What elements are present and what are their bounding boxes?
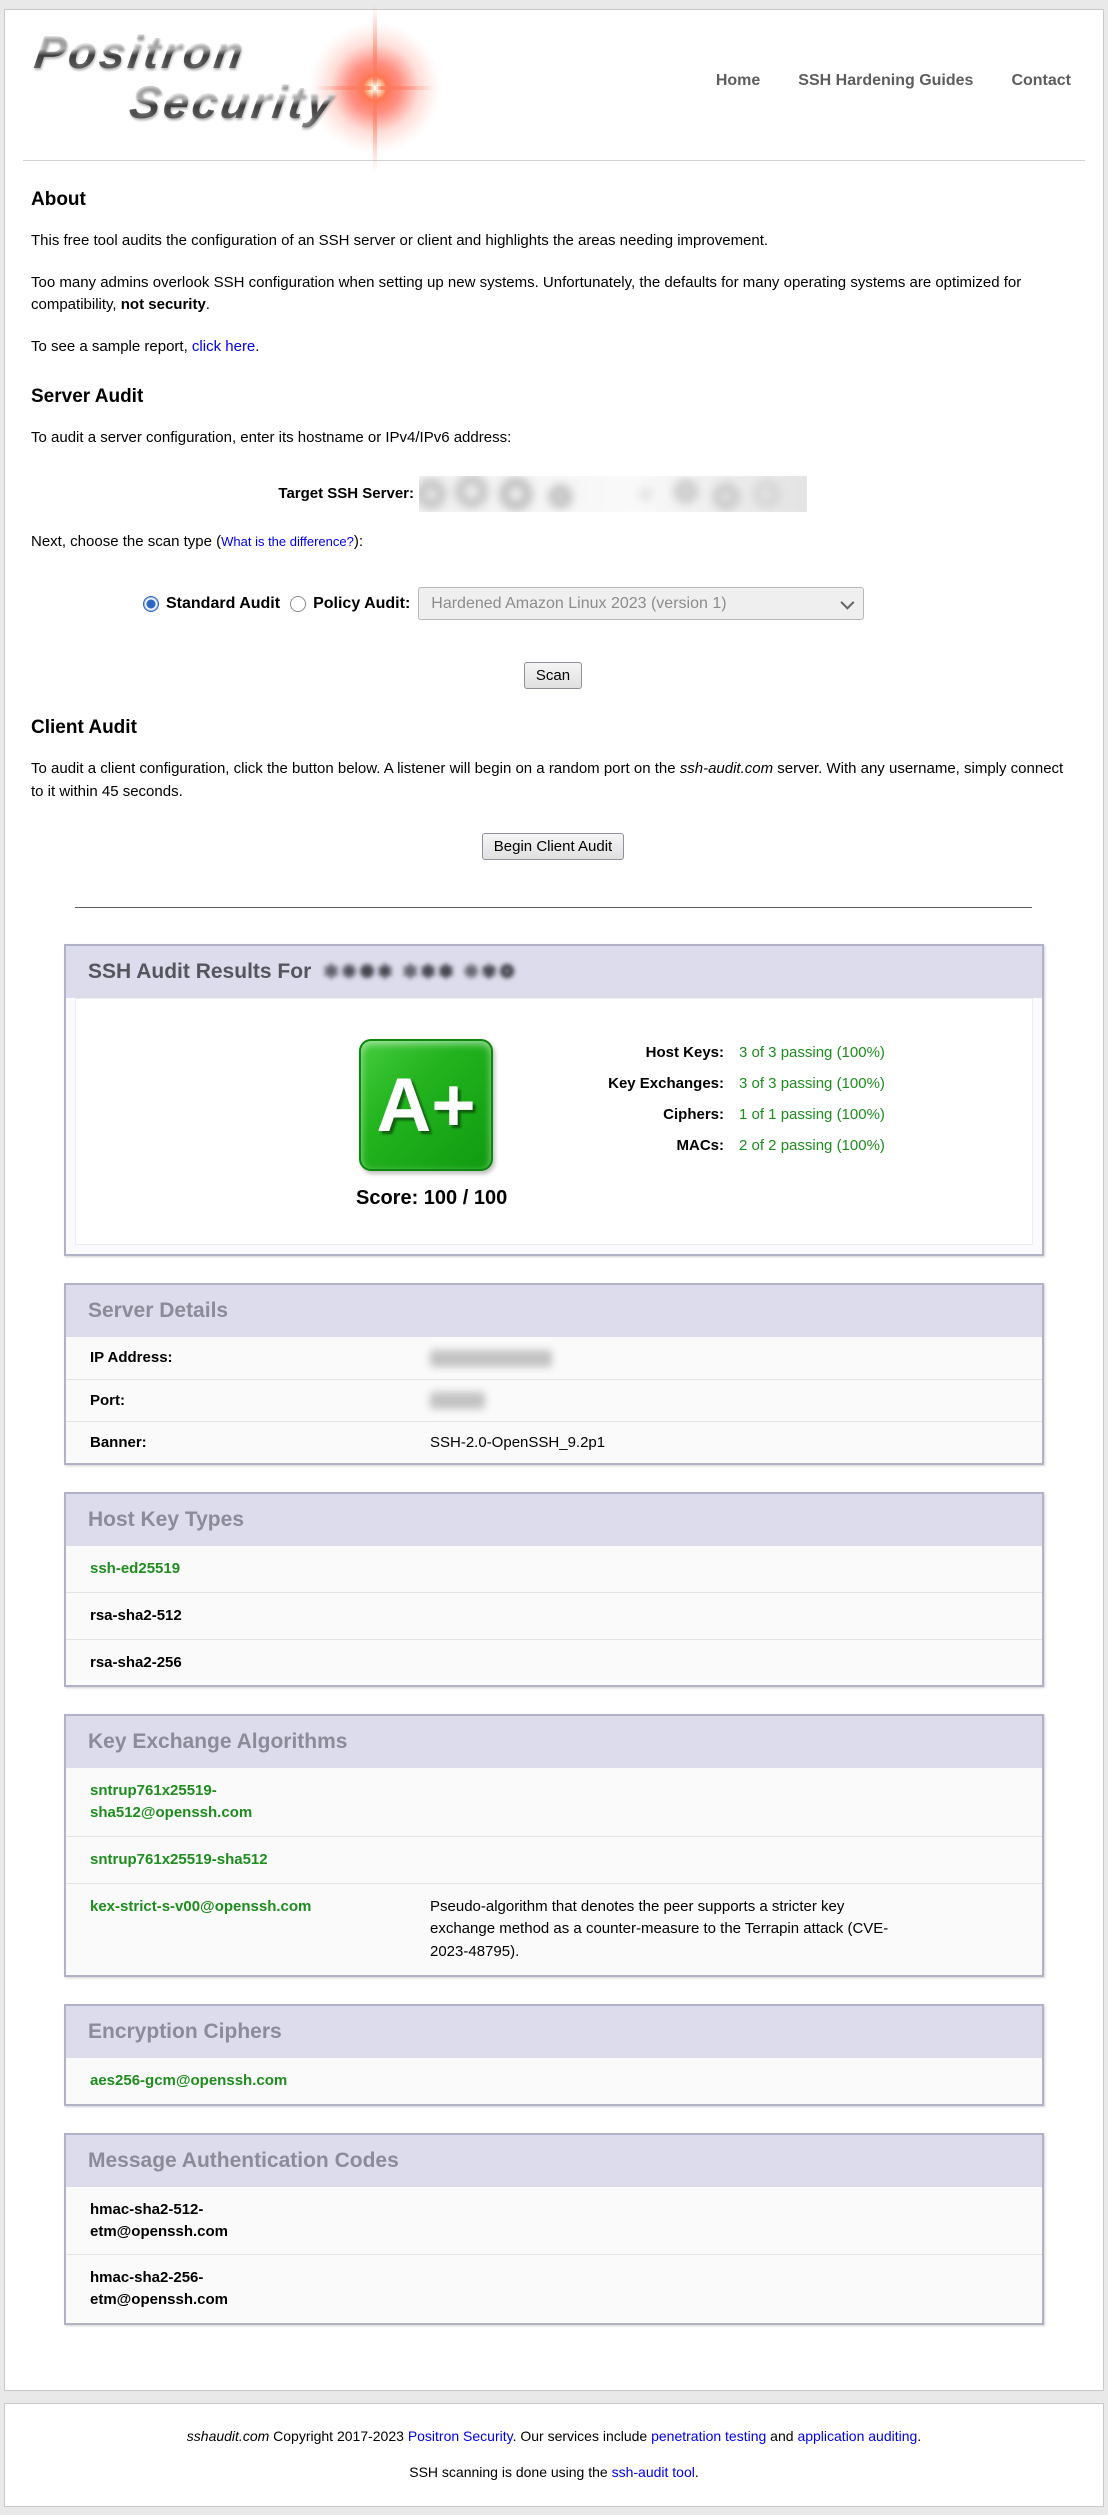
ssh-audit-domain-italic: ssh-audit.com bbox=[680, 760, 773, 777]
nav-link-contact[interactable]: Contact bbox=[1011, 72, 1071, 90]
banner-value: SSH-2.0-OpenSSH_9.2p1 bbox=[430, 1434, 1024, 1451]
redacted-host-title: ✻❋✺✱ ✼❃✽ ❊✾❁ bbox=[323, 961, 517, 984]
results-title: SSH Audit Results For bbox=[88, 960, 311, 984]
table-row: IP Address: bbox=[66, 1337, 1042, 1379]
header-divider bbox=[23, 160, 1085, 161]
list-item: hmac-sha2-256- etm@openssh.com bbox=[66, 2254, 1042, 2323]
scan-button[interactable]: Scan bbox=[524, 662, 582, 689]
redacted-port-value bbox=[430, 1392, 485, 1409]
logo-text-line1: Positron bbox=[32, 28, 250, 78]
results-stats: Host Keys: 3 of 3 passing (100%) Key Exc… bbox=[599, 1039, 885, 1210]
standard-audit-label: Standard Audit bbox=[166, 595, 280, 613]
server-details-panel: Server Details IP Address: Port: Banner:… bbox=[64, 1283, 1044, 1465]
grade-badge: A+ bbox=[359, 1039, 493, 1171]
host-key-types-header: Host Key Types bbox=[66, 1494, 1042, 1546]
nav-link-ssh-hardening-guides[interactable]: SSH Hardening Guides bbox=[798, 72, 973, 90]
client-audit-paragraph: To audit a client configuration, click t… bbox=[31, 758, 1075, 803]
sample-report-link[interactable]: click here bbox=[192, 338, 255, 355]
scan-type-row: Standard Audit Policy Audit: Hardened Am… bbox=[143, 587, 1075, 620]
stat-row-host-keys: Host Keys: 3 of 3 passing (100%) bbox=[599, 1043, 885, 1062]
table-row: Port: bbox=[66, 1379, 1042, 1422]
list-item: rsa-sha2-256 bbox=[66, 1639, 1042, 1686]
macs-header: Message Authentication Codes bbox=[66, 2135, 1042, 2187]
main-content-card: Positron Security Home SSH Hardening Gui… bbox=[4, 9, 1104, 2391]
client-audit-heading: Client Audit bbox=[31, 717, 1075, 739]
server-details-header: Server Details bbox=[66, 1285, 1042, 1337]
key-exchange-panel: Key Exchange Algorithms sntrup761x25519-… bbox=[64, 1714, 1044, 1977]
site-header: Positron Security Home SSH Hardening Gui… bbox=[5, 10, 1103, 156]
about-paragraph-1: This free tool audits the configuration … bbox=[31, 230, 1075, 253]
policy-audit-label: Policy Audit: bbox=[313, 595, 410, 613]
application-auditing-link[interactable]: application auditing bbox=[797, 2428, 917, 2444]
stat-row-macs: MACs: 2 of 2 passing (100%) bbox=[599, 1136, 885, 1155]
list-item: rsa-sha2-512 bbox=[66, 1592, 1042, 1639]
nav-link-home[interactable]: Home bbox=[716, 72, 760, 90]
positron-security-logo[interactable]: Positron Security bbox=[35, 28, 465, 148]
kex-strict-description: Pseudo-algorithm that denotes the peer s… bbox=[430, 1896, 1024, 1964]
page-footer: sshaudit.com Copyright 2017-2023 Positro… bbox=[4, 2403, 1104, 2507]
scan-type-difference-link[interactable]: What is the difference? bbox=[221, 534, 354, 549]
ssh-audit-tool-link[interactable]: ssh-audit tool bbox=[612, 2464, 695, 2480]
about-paragraph-3: To see a sample report, click here. bbox=[31, 336, 1075, 359]
list-item: hmac-sha2-512- etm@openssh.com bbox=[66, 2187, 1042, 2255]
begin-client-audit-button[interactable]: Begin Client Audit bbox=[482, 833, 624, 860]
key-exchange-header: Key Exchange Algorithms bbox=[66, 1716, 1042, 1768]
target-ssh-server-input[interactable] bbox=[419, 476, 807, 512]
chevron-down-icon bbox=[841, 595, 855, 609]
about-heading: About bbox=[31, 189, 1075, 211]
list-item: kex-strict-s-v00@openssh.com Pseudo-algo… bbox=[66, 1883, 1042, 1976]
host-key-types-panel: Host Key Types ssh-ed25519 rsa-sha2-512 … bbox=[64, 1492, 1044, 1687]
footer-brand: sshaudit.com bbox=[187, 2428, 269, 2444]
policy-select[interactable]: Hardened Amazon Linux 2023 (version 1) bbox=[418, 587, 864, 620]
ssh-audit-results-panel: SSH Audit Results For ✻❋✺✱ ✼❃✽ ❊✾❁ A+ Sc… bbox=[64, 944, 1044, 1256]
about-paragraph-2: Too many admins overlook SSH configurati… bbox=[31, 272, 1075, 317]
results-panel-header: SSH Audit Results For ✻❋✺✱ ✼❃✽ ❊✾❁ bbox=[66, 946, 1042, 998]
list-item: aes256-gcm@openssh.com bbox=[66, 2058, 1042, 2104]
redacted-hostname-value bbox=[419, 476, 807, 512]
redacted-ip-value bbox=[430, 1350, 552, 1367]
footer-line-1: sshaudit.com Copyright 2017-2023 Positro… bbox=[15, 2428, 1093, 2444]
positron-security-link[interactable]: Positron Security bbox=[408, 2428, 513, 2444]
server-audit-intro: To audit a server configuration, enter i… bbox=[31, 427, 1075, 450]
main-nav: Home SSH Hardening Guides Contact bbox=[678, 72, 1071, 90]
score-text: Score: 100 / 100 bbox=[356, 1187, 496, 1210]
list-item: ssh-ed25519 bbox=[66, 1546, 1042, 1592]
stat-row-ciphers: Ciphers: 1 of 1 passing (100%) bbox=[599, 1105, 885, 1124]
list-item: sntrup761x25519-sha512 bbox=[66, 1836, 1042, 1883]
encryption-ciphers-header: Encryption Ciphers bbox=[66, 2006, 1042, 2058]
target-server-row: Target SSH Server: bbox=[31, 476, 1075, 512]
target-ssh-server-label: Target SSH Server: bbox=[31, 485, 419, 502]
stat-row-key-exchanges: Key Exchanges: 3 of 3 passing (100%) bbox=[599, 1074, 885, 1093]
scan-type-paragraph: Next, choose the scan type (What is the … bbox=[31, 531, 1075, 554]
footer-line-2: SSH scanning is done using the ssh-audit… bbox=[15, 2464, 1093, 2480]
results-divider bbox=[75, 907, 1032, 908]
table-row: Banner: SSH-2.0-OpenSSH_9.2p1 bbox=[66, 1421, 1042, 1463]
macs-panel: Message Authentication Codes hmac-sha2-5… bbox=[64, 2133, 1044, 2325]
policy-select-value: Hardened Amazon Linux 2023 (version 1) bbox=[431, 595, 726, 613]
server-audit-heading: Server Audit bbox=[31, 386, 1075, 408]
list-item: sntrup761x25519- sha512@openssh.com bbox=[66, 1768, 1042, 1836]
logo-text-line2: Security bbox=[127, 78, 340, 128]
encryption-ciphers-panel: Encryption Ciphers aes256-gcm@openssh.co… bbox=[64, 2004, 1044, 2106]
policy-audit-radio[interactable] bbox=[290, 596, 306, 612]
about-p1-text: This free tool audits the configuration … bbox=[31, 232, 768, 249]
standard-audit-radio[interactable] bbox=[143, 596, 159, 612]
about-p2-bold: not security bbox=[121, 296, 206, 313]
penetration-testing-link[interactable]: penetration testing bbox=[651, 2428, 766, 2444]
results-body: A+ Score: 100 / 100 Host Keys: 3 of 3 pa… bbox=[75, 998, 1033, 1245]
